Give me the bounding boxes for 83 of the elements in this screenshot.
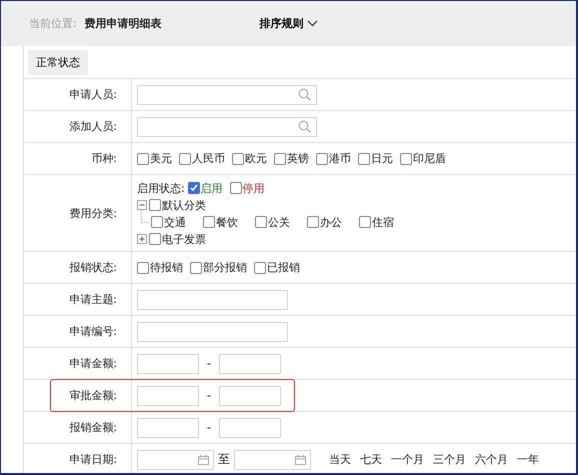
- checkbox[interactable]: [137, 262, 149, 274]
- page-title: 费用申请明细表: [84, 16, 163, 31]
- caret-icon: [306, 20, 318, 27]
- quick-date-link[interactable]: 三个月: [433, 452, 466, 467]
- date-field[interactable]: [137, 450, 214, 470]
- input-field[interactable]: [137, 418, 199, 438]
- checkbox-label: 日元: [371, 151, 393, 166]
- checkbox-label: 停用: [242, 180, 265, 196]
- tree-item-label: 办公: [320, 214, 342, 230]
- input-field[interactable]: [137, 386, 199, 406]
- field-label: 申请日期:: [69, 452, 117, 467]
- checkbox-label: 印尼盾: [413, 151, 446, 166]
- field-label: 审批金额:: [69, 388, 117, 403]
- checkbox-label: 部分报销: [203, 260, 247, 275]
- checkbox-label: 待报销: [150, 260, 183, 275]
- checkbox[interactable]: [188, 182, 200, 194]
- input-field[interactable]: [137, 354, 199, 374]
- field-label: 报销状态:: [69, 260, 117, 275]
- tree-item-label: 公关: [268, 214, 290, 230]
- field-label: 报销金额:: [69, 420, 117, 435]
- field-label: 费用分类:: [69, 206, 117, 220]
- collapse-icon[interactable]: [137, 200, 147, 210]
- search-field[interactable]: [137, 84, 317, 104]
- checkbox[interactable]: [190, 262, 202, 274]
- field-label: 申请主题:: [69, 292, 117, 307]
- checkbox-label: 启用: [200, 180, 223, 196]
- range-separator: -: [206, 421, 212, 434]
- location-label: 当前位置:: [29, 16, 77, 31]
- checkbox[interactable]: [149, 233, 161, 245]
- range-separator: -: [206, 389, 212, 402]
- search-icon: [298, 120, 311, 133]
- checkbox[interactable]: [137, 152, 149, 164]
- checkbox-label: 美元: [150, 151, 172, 166]
- quick-date-link[interactable]: 一个月: [391, 452, 424, 467]
- tree-item-label: 默认分类: [162, 198, 206, 212]
- calendar-icon: [295, 454, 306, 464]
- checkbox[interactable]: [203, 216, 215, 228]
- text-field[interactable]: [137, 322, 288, 342]
- status-button[interactable]: 正常状态: [28, 50, 88, 74]
- checkbox[interactable]: [307, 216, 319, 228]
- input-field[interactable]: [219, 386, 281, 406]
- input-field[interactable]: [219, 354, 281, 374]
- range-separator: -: [206, 357, 212, 370]
- checkbox-label: 已报销: [267, 260, 300, 275]
- tree-item-label: 餐饮: [216, 214, 238, 230]
- date-field[interactable]: [234, 450, 311, 470]
- tree-item-label: 电子发票: [162, 232, 206, 246]
- input-field[interactable]: [219, 418, 281, 438]
- status-label: 启用状态:: [137, 180, 185, 196]
- field-label: 申请编号:: [69, 324, 117, 339]
- checkbox[interactable]: [179, 152, 191, 164]
- quick-date-link[interactable]: 一年: [517, 452, 539, 467]
- checkbox-label: 人民币: [192, 151, 225, 166]
- checkbox[interactable]: [254, 262, 266, 274]
- search-field[interactable]: [137, 116, 317, 136]
- search-icon: [298, 88, 311, 101]
- checkbox[interactable]: [316, 152, 328, 164]
- tree-item-label: 交通: [164, 214, 186, 230]
- quick-date-link[interactable]: 当天: [329, 452, 351, 467]
- tree-item-label: 住宿: [372, 214, 394, 230]
- checkbox-label: 英镑: [287, 151, 309, 166]
- checkbox[interactable]: [230, 182, 242, 194]
- field-label: 添加人员:: [69, 119, 117, 134]
- quick-date-link[interactable]: 七天: [360, 452, 382, 467]
- field-label: 申请人员:: [69, 87, 117, 102]
- field-label: 申请金额:: [69, 356, 117, 371]
- checkbox[interactable]: [232, 152, 244, 164]
- calendar-icon: [198, 454, 209, 464]
- quick-date-link[interactable]: 六个月: [475, 452, 508, 467]
- checkbox[interactable]: [151, 216, 163, 228]
- checkbox-label: 港币: [329, 151, 351, 166]
- checkbox[interactable]: [400, 152, 412, 164]
- checkbox[interactable]: [358, 152, 370, 164]
- range-separator: 至: [218, 451, 230, 468]
- checkbox[interactable]: [274, 152, 286, 164]
- text-field[interactable]: [137, 290, 288, 310]
- checkbox[interactable]: [359, 216, 371, 228]
- field-label: 币种:: [91, 151, 117, 166]
- checkbox[interactable]: [255, 216, 267, 228]
- expand-icon[interactable]: [137, 234, 147, 244]
- checkbox[interactable]: [149, 199, 161, 211]
- checkbox-label: 欧元: [245, 151, 267, 166]
- sort-dropdown[interactable]: 排序规则: [260, 16, 318, 31]
